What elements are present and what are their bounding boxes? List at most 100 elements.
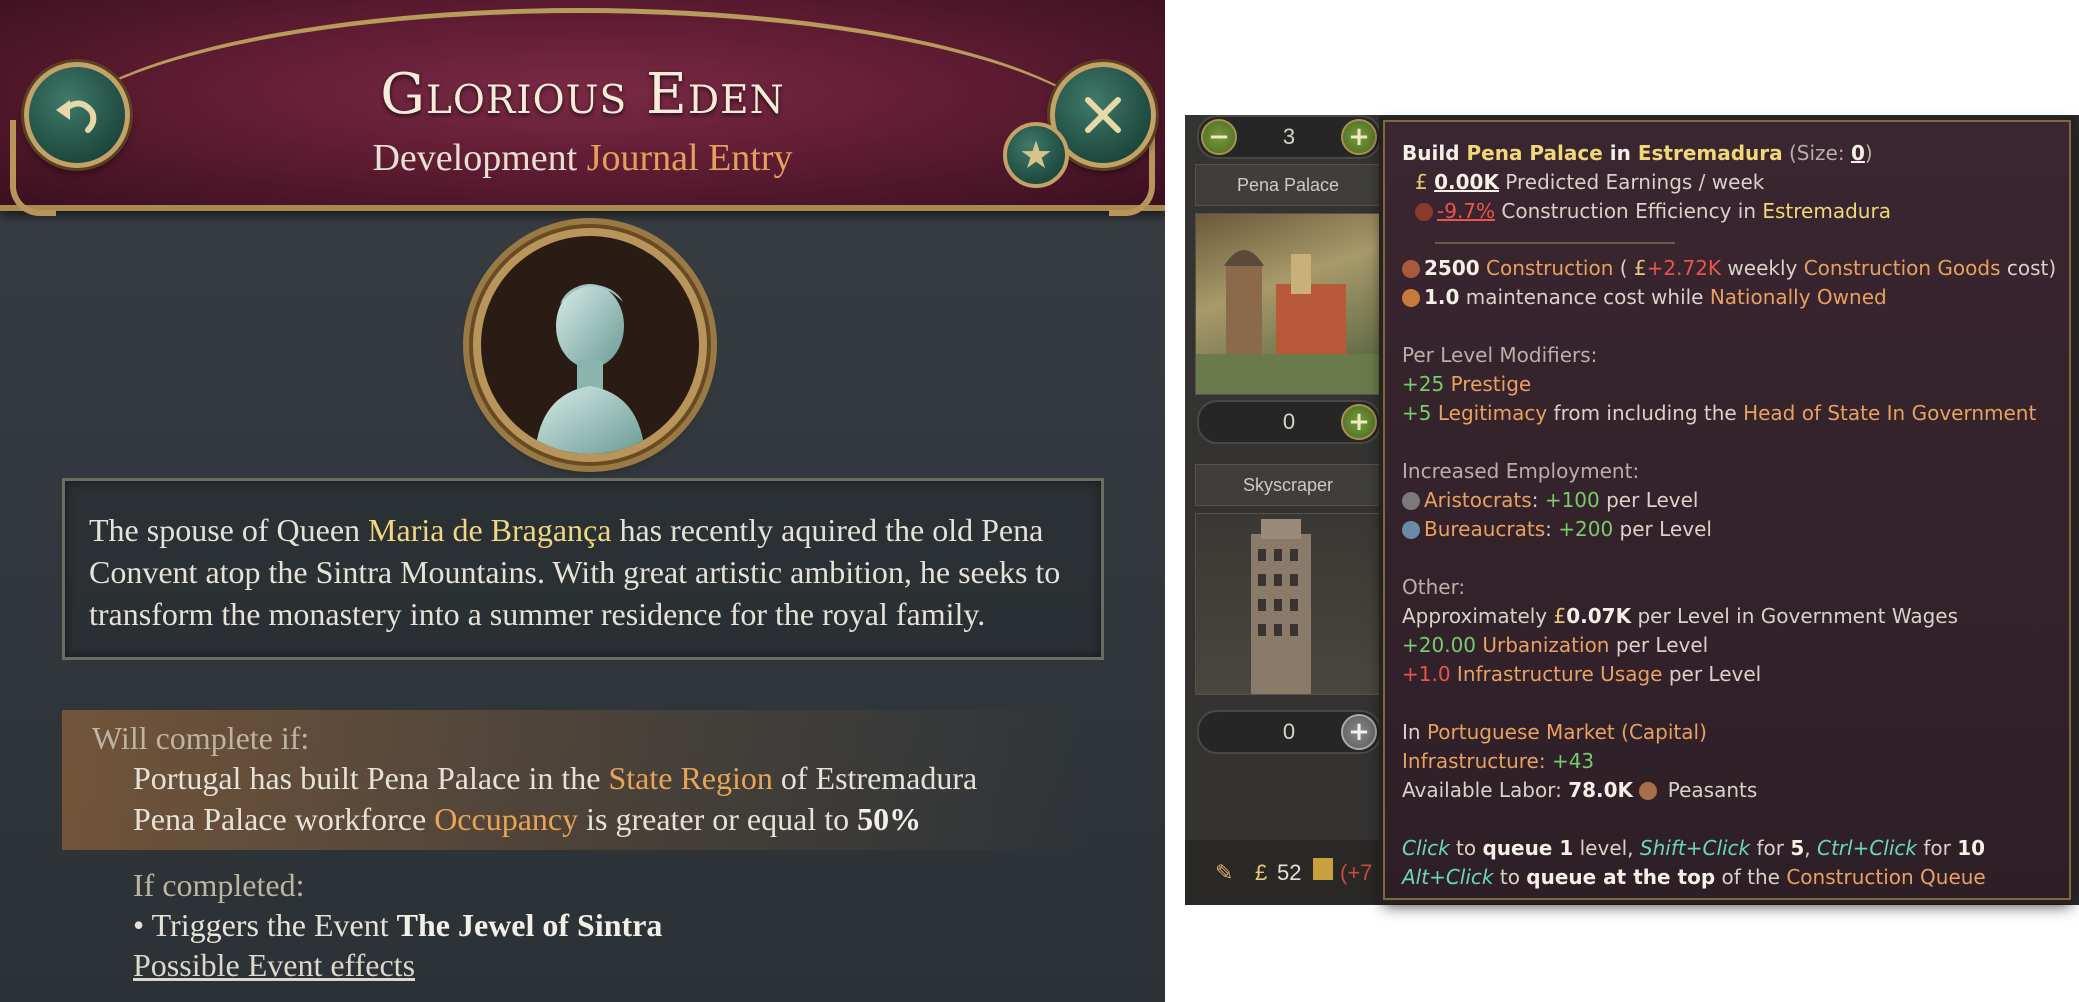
tt-value: 78.0K bbox=[1568, 778, 1634, 802]
pound-icon: £ bbox=[1255, 860, 1268, 885]
tt-text: , bbox=[1804, 836, 1817, 860]
tt-text: Available Labor: bbox=[1402, 778, 1569, 802]
construction-line: 2500 Construction ( £+2.72K weekly Const… bbox=[1402, 255, 2056, 281]
infrastructure-usage-line: +1.0 Infrastructure Usage per Level bbox=[1402, 661, 1761, 687]
tt-text: ) bbox=[1864, 141, 1873, 165]
tt-text: per Level in Government Wages bbox=[1631, 604, 1959, 628]
ledger-icon: ✎ bbox=[1215, 860, 1234, 885]
tt-text: weekly bbox=[1721, 256, 1804, 280]
tt-value: +5 bbox=[1402, 401, 1432, 425]
event-name: The Jewel of Sintra bbox=[396, 907, 663, 943]
money-change: (+7 bbox=[1340, 860, 1373, 885]
level-stepper[interactable]: − 3 + bbox=[1197, 115, 1381, 159]
tt-value: +25 bbox=[1402, 372, 1445, 396]
building-name[interactable]: Pena Palace bbox=[1195, 164, 1381, 206]
tt-text: maintenance cost while bbox=[1459, 285, 1710, 309]
building-link[interactable]: Pena Palace bbox=[1466, 141, 1602, 165]
tt-text: for bbox=[1917, 836, 1958, 860]
pop-link[interactable]: Aristocrats bbox=[1424, 488, 1532, 512]
tt-value: -9.7% bbox=[1437, 199, 1496, 223]
minus-icon: − bbox=[1208, 122, 1230, 152]
plus-icon: + bbox=[1348, 407, 1370, 437]
journal-subtitle: Development Journal Entry bbox=[0, 136, 1165, 180]
tt-text: in bbox=[1602, 141, 1638, 165]
bureaucrats-icon bbox=[1402, 521, 1420, 539]
level-stepper[interactable]: 0 + bbox=[1197, 710, 1381, 754]
labor-line: Available Labor: 78.0K Peasants bbox=[1402, 777, 1757, 803]
journal-title: Glorious Eden bbox=[380, 62, 785, 127]
increase-button[interactable]: + bbox=[1341, 404, 1377, 440]
subtitle-accent: Journal Entry bbox=[586, 137, 793, 179]
tt-text: Legitimacy bbox=[1431, 401, 1548, 425]
tt-text: to bbox=[1493, 865, 1527, 889]
tt-text: from including the bbox=[1547, 401, 1744, 425]
tt-text: Build bbox=[1402, 141, 1467, 165]
condition-text: of Estremadura bbox=[772, 760, 978, 796]
trigger-line: • Triggers the Event The Jewel of Sintra bbox=[133, 907, 662, 944]
building-list: − 3 + Pena Palace 0 + Skyscraper 0 + ✎ £… bbox=[1185, 115, 1385, 905]
urbanization-line: +20.00 Urbanization per Level bbox=[1402, 632, 1708, 658]
hint-key: Ctrl+Click bbox=[1817, 836, 1917, 860]
tt-text: of the bbox=[1715, 865, 1787, 889]
employment-label: Increased Employment: bbox=[1402, 459, 1640, 483]
tt-text: Prestige bbox=[1444, 372, 1532, 396]
stepper-value: 3 bbox=[1282, 124, 1296, 149]
tt-text: Head of State In Government bbox=[1743, 401, 2037, 425]
earnings-line: £ 0.00K Predicted Earnings / week bbox=[1415, 169, 1764, 195]
portrait-frame bbox=[473, 228, 707, 462]
skyscraper-image[interactable] bbox=[1195, 513, 1381, 695]
increase-button[interactable]: + bbox=[1341, 119, 1377, 155]
bust-statue-icon bbox=[535, 284, 645, 454]
divider bbox=[1435, 242, 1675, 244]
description-part: has recently aquired the old Pena bbox=[611, 512, 1044, 548]
skyscraper-icon bbox=[1251, 519, 1311, 694]
tt-text: for bbox=[1750, 836, 1791, 860]
tt-value: 5 bbox=[1790, 836, 1805, 860]
tt-text: Predicted Earnings / week bbox=[1498, 170, 1765, 194]
tt-text: level, bbox=[1573, 836, 1640, 860]
occupancy-link[interactable]: Occupancy bbox=[434, 801, 578, 837]
hint-key: Alt+Click bbox=[1402, 865, 1494, 889]
trigger-text: • Triggers the Event bbox=[133, 907, 397, 943]
building-name[interactable]: Skyscraper bbox=[1195, 464, 1381, 506]
tt-value: +200 bbox=[1558, 517, 1614, 541]
per-level-label: Per Level Modifiers: bbox=[1402, 343, 1598, 367]
description-text: The spouse of Queen Maria de Bragança ha… bbox=[89, 509, 1077, 635]
tt-value: 10 bbox=[1957, 836, 1986, 860]
wages-line: Approximately £0.07K per Level in Govern… bbox=[1402, 603, 1958, 629]
pop-link[interactable]: Bureaucrats bbox=[1424, 517, 1545, 541]
tt-text: per Level bbox=[1609, 633, 1709, 657]
plus-icon: + bbox=[1348, 717, 1370, 747]
tt-value: 0.00K bbox=[1434, 170, 1499, 194]
hint-key: Click bbox=[1402, 836, 1450, 860]
tt-text: per Level bbox=[1662, 662, 1762, 686]
pound-icon: £ bbox=[1415, 170, 1428, 194]
state-region-link[interactable]: State Region bbox=[608, 760, 772, 796]
tt-value: 0.07K bbox=[1566, 604, 1632, 628]
tt-text: Construction Efficiency in bbox=[1495, 199, 1763, 223]
complete-if-label: Will complete if: bbox=[92, 720, 310, 756]
goods-link[interactable]: Construction Goods bbox=[1804, 256, 2001, 280]
increase-button[interactable]: + bbox=[1341, 714, 1377, 750]
budget-bar: ✎ £ 52 (+7 bbox=[1185, 840, 1385, 905]
level-stepper[interactable]: 0 + bbox=[1197, 400, 1381, 444]
efficiency-line: -9.7% Construction Efficiency in Estrema… bbox=[1415, 198, 1891, 224]
size-value: 0 bbox=[1850, 141, 1865, 165]
queue-link[interactable]: Construction Queue bbox=[1786, 865, 1985, 889]
condition-text: Portugal has built Pena Palace in the bbox=[133, 760, 609, 796]
character-link[interactable]: Maria de Bragança bbox=[368, 512, 611, 548]
efficiency-icon bbox=[1415, 203, 1433, 221]
region-link[interactable]: Estremadura bbox=[1762, 199, 1891, 223]
possible-effects-link[interactable]: Possible Event effects bbox=[133, 947, 415, 984]
region-link[interactable]: Estremadura bbox=[1638, 141, 1783, 165]
market-link[interactable]: Portuguese Market bbox=[1427, 720, 1615, 744]
pena-palace-image[interactable] bbox=[1195, 213, 1381, 395]
tt-text: In bbox=[1402, 720, 1427, 744]
tt-value: +100 bbox=[1544, 488, 1600, 512]
decrease-button[interactable]: − bbox=[1201, 119, 1237, 155]
tt-value: +20.00 bbox=[1402, 633, 1477, 657]
tt-text: Urbanization bbox=[1476, 633, 1610, 657]
construction-icon bbox=[1402, 260, 1420, 278]
tt-text: Nationally Owned bbox=[1709, 285, 1887, 309]
palace-icon bbox=[1196, 250, 1380, 394]
